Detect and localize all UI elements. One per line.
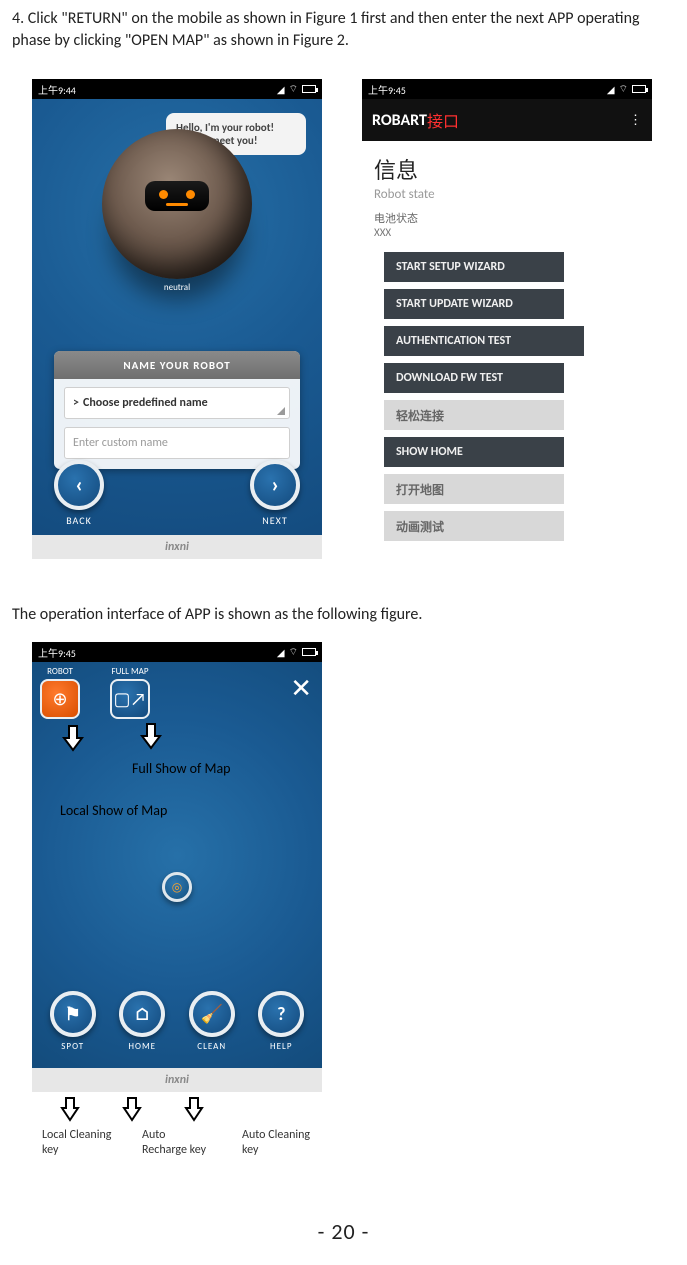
tab-fullmap-label: FULL MAP xyxy=(111,666,148,677)
page-number: - 20 - xyxy=(12,1218,675,1245)
xxx-label: XXX xyxy=(374,226,652,239)
robot-state-label: Robot state xyxy=(374,187,652,202)
help-button[interactable]: ? xyxy=(258,991,304,1037)
signal-icon: ◢ xyxy=(277,646,285,659)
clean-button[interactable]: 🧹 xyxy=(189,991,235,1037)
back-label: BACK xyxy=(66,514,92,527)
menu-button-4[interactable]: 轻松连接 xyxy=(384,400,564,430)
arrow-down-icon xyxy=(62,724,84,759)
back-button[interactable]: ‹ xyxy=(54,460,104,510)
mid-caption: The operation interface of APP is shown … xyxy=(12,605,675,624)
external-icon: ▢↗ xyxy=(114,688,147,710)
fig1-phone: 上午9:44 ◢ ⌔ Hello, I'm your robot! Nice t… xyxy=(32,79,322,559)
next-label: NEXT xyxy=(262,514,287,527)
app-title-en: ROBART xyxy=(372,111,427,130)
predefined-name-dropdown[interactable]: > Choose predefined name xyxy=(64,387,290,419)
arrow-down-icon xyxy=(122,1096,142,1122)
question-icon: ? xyxy=(277,1003,285,1025)
battery-icon xyxy=(302,85,316,93)
robot-avatar: neutral xyxy=(102,129,252,279)
fig2-phone: 上午9:45 ◢ ⌔ ROBART接口 ⋮ 信息 Robot state 电池状… xyxy=(362,79,652,579)
locate-icon: ⊕ xyxy=(52,688,67,710)
figure-2: 上午9:45 ◢ ⌔ ROBART接口 ⋮ 信息 Robot state 电池状… xyxy=(362,79,652,579)
menu-button-5[interactable]: SHOW HOME xyxy=(384,437,564,467)
name-card: NAME YOUR ROBOT > Choose predefined name… xyxy=(54,351,300,469)
spot-button[interactable]: ⚑ xyxy=(50,991,96,1037)
tab-robot-label: ROBOT xyxy=(47,666,73,677)
overflow-menu-icon[interactable]: ⋮ xyxy=(629,113,642,128)
wifi-icon: ⌔ xyxy=(289,82,298,96)
battery-icon xyxy=(632,85,646,93)
help-label: HELP xyxy=(270,1041,292,1052)
menu-button-0[interactable]: START SETUP WIZARD xyxy=(384,252,564,282)
arrow-down-icon xyxy=(140,722,162,757)
tab-fullmap-button[interactable]: ▢↗ xyxy=(110,679,150,719)
instruction-text: 4. Click "RETURN" on the mobile as shown… xyxy=(12,8,675,51)
resize-corner-icon xyxy=(277,407,285,415)
overlay-full-map-label: Full Show of Map xyxy=(132,760,231,777)
menu-button-3[interactable]: DOWNLOAD FW TEST xyxy=(384,363,564,393)
battery-state-label: 电池状态 xyxy=(374,210,652,226)
robot-position-icon: ◎ xyxy=(162,872,192,902)
key-local-cleaning: Local Cleaning key xyxy=(42,1128,112,1158)
wifi-icon: ⌔ xyxy=(619,82,628,96)
button-list: START SETUP WIZARD START UPDATE WIZARD AUT… xyxy=(384,245,652,541)
tab-robot-button[interactable]: ⊕ xyxy=(40,679,80,719)
close-button[interactable]: ✕ xyxy=(288,666,314,710)
signal-icon: ◢ xyxy=(277,83,285,96)
figure-row-top: 上午9:44 ◢ ⌔ Hello, I'm your robot! Nice t… xyxy=(32,79,675,579)
robot-mood-label: neutral xyxy=(164,282,190,293)
brand-bar: inxni xyxy=(32,535,322,559)
fig1-time: 上午9:44 xyxy=(38,82,76,97)
key-auto-cleaning: Auto Cleaning key xyxy=(242,1128,312,1158)
menu-button-6[interactable]: 打开地图 xyxy=(384,474,564,504)
arrow-down-icon xyxy=(60,1096,80,1122)
signal-icon: ◢ xyxy=(607,83,615,96)
wifi-icon: ⌔ xyxy=(289,645,298,659)
home-button[interactable]: ⌂ xyxy=(119,991,165,1037)
home-icon: ⌂ xyxy=(134,1003,150,1025)
info-heading: 信息 xyxy=(374,153,652,185)
figure-1: 上午9:44 ◢ ⌔ Hello, I'm your robot! Nice t… xyxy=(32,79,322,579)
fig2-time: 上午9:45 xyxy=(368,82,406,97)
spot-label: SPOT xyxy=(61,1041,84,1052)
fig3-time: 上午9:45 xyxy=(38,645,76,660)
menu-button-1[interactable]: START UPDATE WIZARD xyxy=(384,289,564,319)
broom-icon: 🧹 xyxy=(201,1003,223,1025)
clean-label: CLEAN xyxy=(197,1041,226,1052)
menu-button-7[interactable]: 动画测试 xyxy=(384,511,564,541)
fig3-phone: 上午9:45 ◢ ⌔ ROBOT ⊕ FULL MAP ▢↗ xyxy=(32,642,322,1092)
overlay-local-map-label: Local Show of Map xyxy=(60,802,167,819)
brand-bar: inxni xyxy=(32,1068,322,1092)
figure-3: 上午9:45 ◢ ⌔ ROBOT ⊕ FULL MAP ▢↗ xyxy=(32,642,675,1158)
battery-icon xyxy=(302,648,316,656)
menu-button-2[interactable]: AUTHENTICATION TEST xyxy=(384,326,584,356)
fig1-statusbar: 上午9:44 ◢ ⌔ xyxy=(32,79,322,99)
fig2-statusbar: 上午9:45 ◢ ⌔ xyxy=(362,79,652,99)
app-title-cn: 接口 xyxy=(427,108,459,132)
home-label: HOME xyxy=(128,1041,156,1052)
bottom-arrow-row xyxy=(60,1096,675,1122)
fig3-statusbar: 上午9:45 ◢ ⌔ xyxy=(32,642,322,662)
next-button[interactable]: › xyxy=(250,460,300,510)
arrow-down-icon xyxy=(184,1096,204,1122)
app-bar: ROBART接口 ⋮ xyxy=(362,99,652,141)
key-legend-row: Local Cleaning key Auto Recharge key Aut… xyxy=(42,1128,675,1158)
name-card-title: NAME YOUR ROBOT xyxy=(54,351,300,379)
chevron-right-icon: > xyxy=(73,396,79,410)
flag-icon: ⚑ xyxy=(65,1003,81,1025)
key-auto-recharge: Auto Recharge key xyxy=(142,1128,212,1158)
